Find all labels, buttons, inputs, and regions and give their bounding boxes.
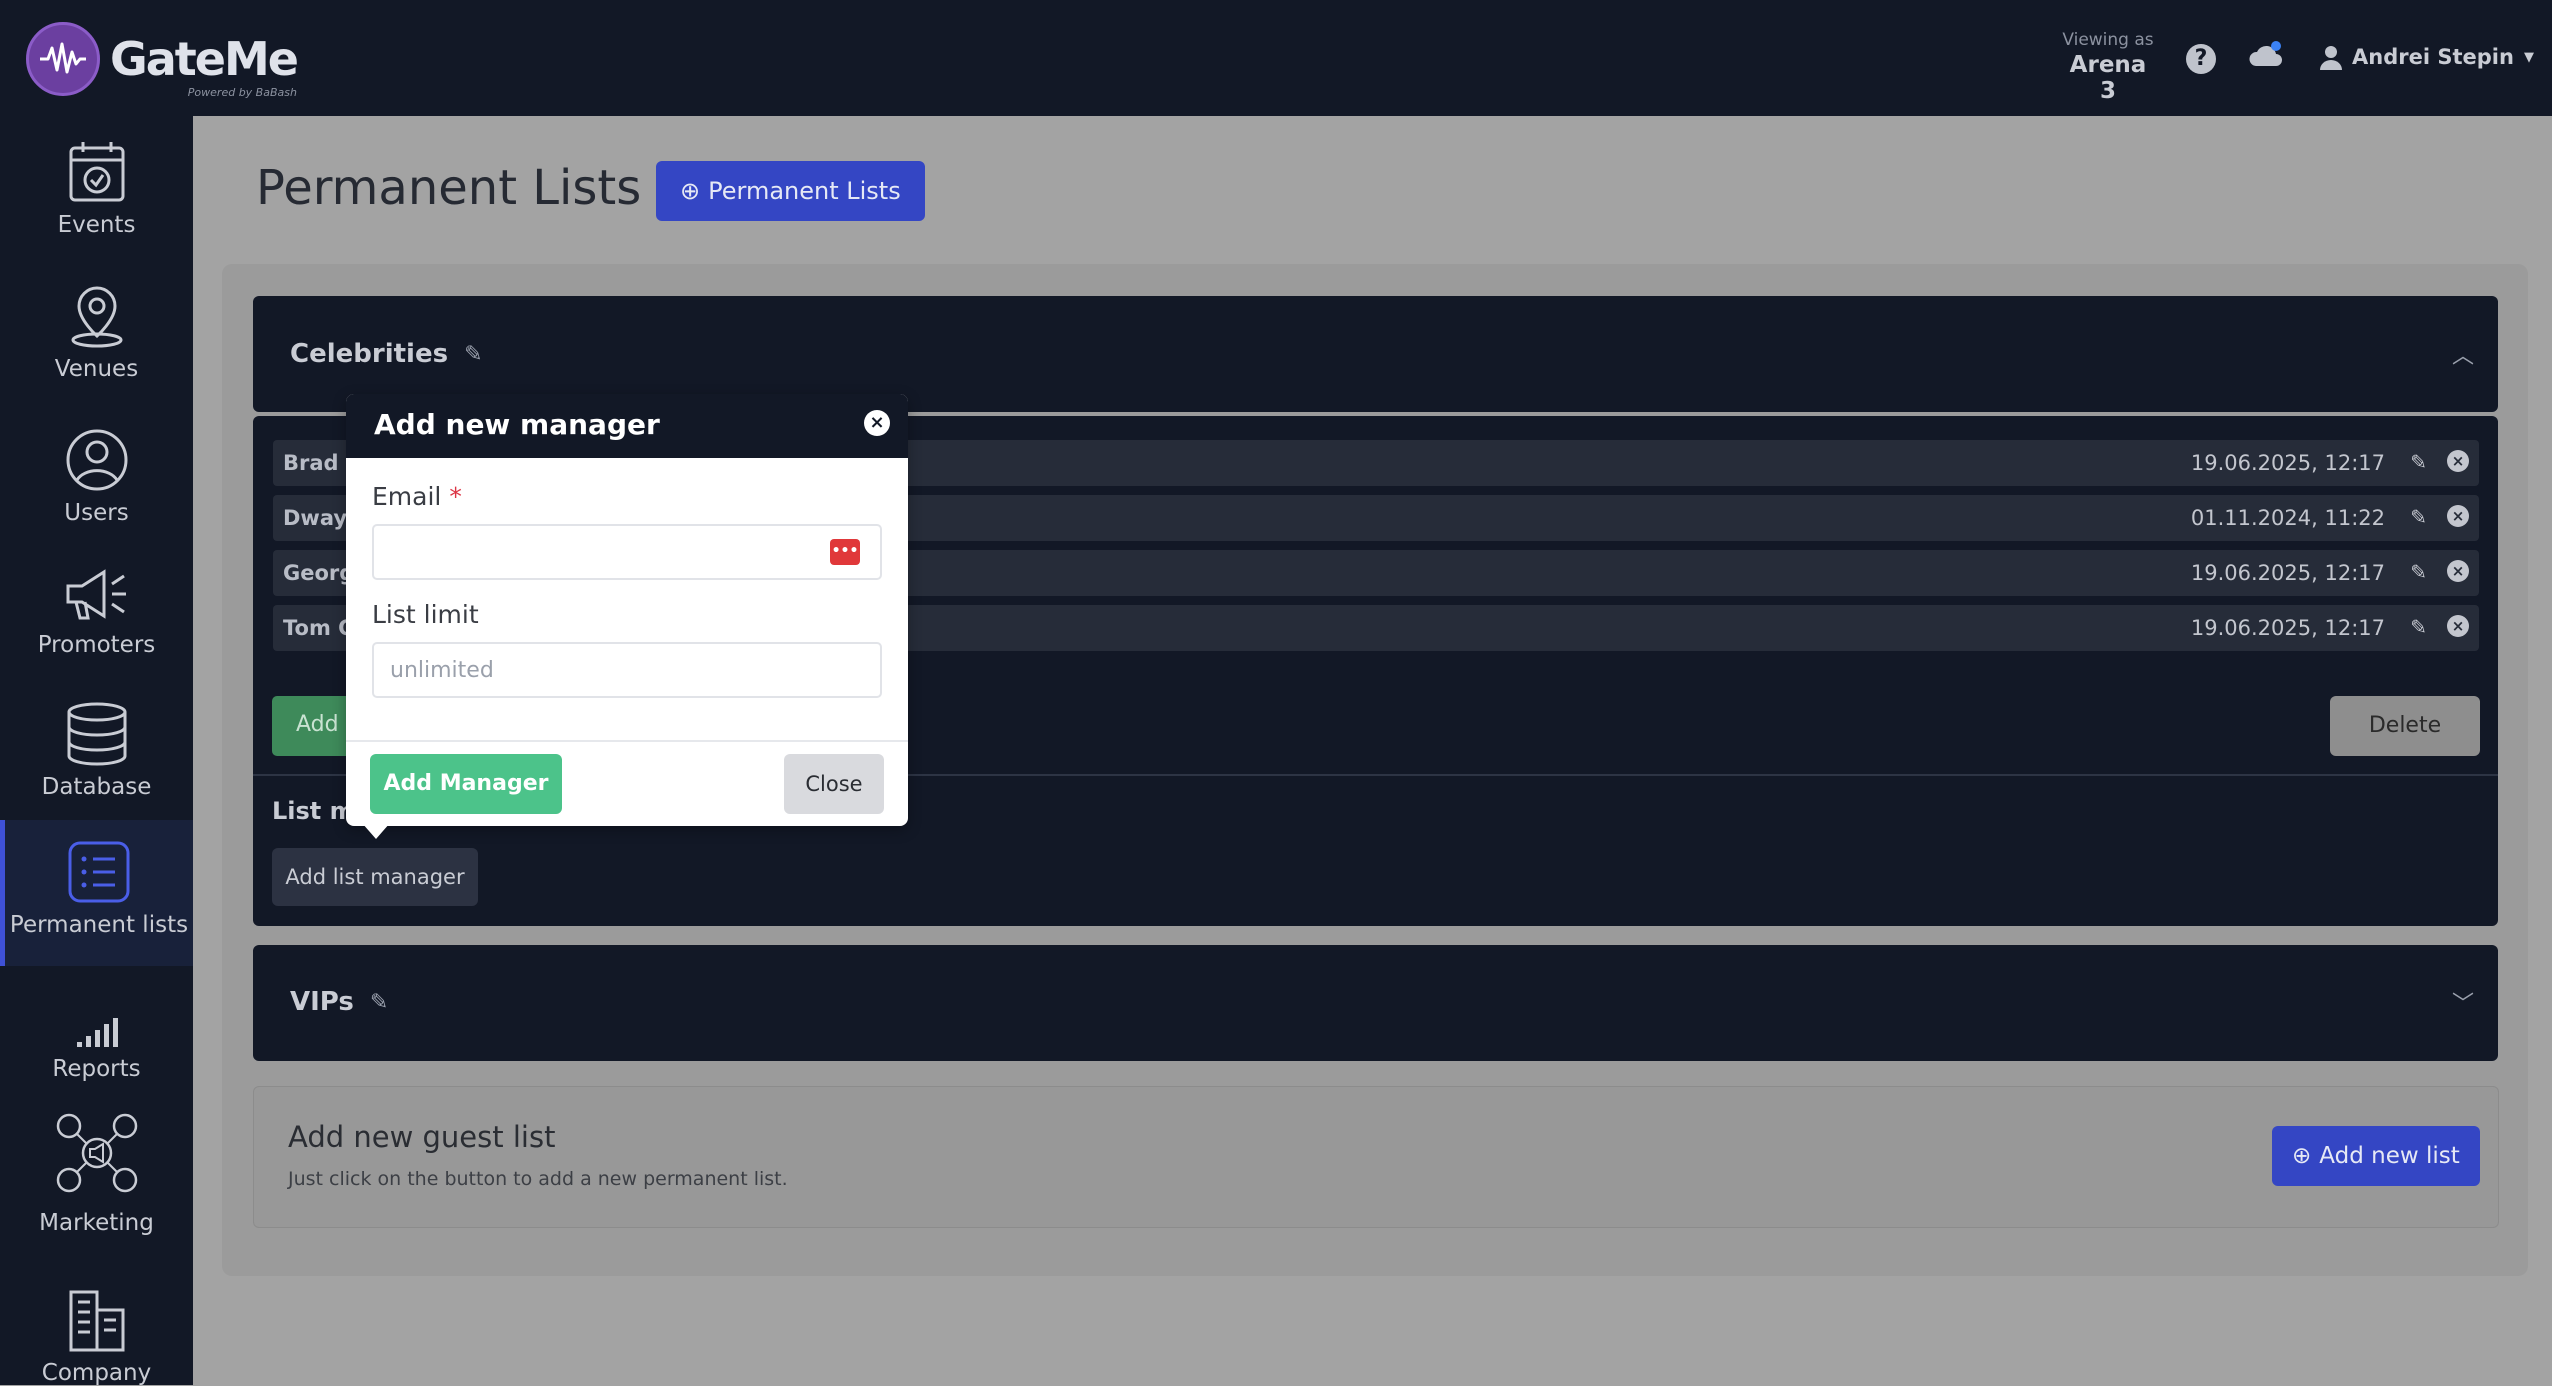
sidebar-item-reports[interactable]: Reports	[0, 976, 193, 1082]
signal-bars-icon	[0, 976, 193, 1048]
close-circle-icon[interactable]: ×	[2447, 505, 2469, 527]
pencil-icon[interactable]: ✎	[464, 342, 482, 367]
list-title-text: Celebrities	[290, 339, 449, 369]
viewing-as[interactable]: Viewing as Arena 3	[2060, 30, 2156, 104]
plus-circle-icon: ⊕	[680, 177, 701, 205]
guest-date: 19.06.2025, 12:17	[2190, 451, 2385, 475]
sidebar-item-promoters[interactable]: Promoters	[0, 552, 193, 658]
add-new-list-label: Add new list	[2319, 1143, 2460, 1169]
app-logo[interactable]: GateMe Powered by BaBash	[26, 22, 299, 99]
sidebar-item-database[interactable]: Database	[0, 694, 193, 800]
sidebar-item-marketing[interactable]: Marketing	[0, 1106, 193, 1236]
sidebar-item-label: Marketing	[39, 1210, 154, 1236]
list-title: Celebrities ✎	[290, 339, 483, 369]
sidebar-item-label: Promoters	[37, 632, 156, 658]
list-limit-placeholder: unlimited	[390, 657, 494, 683]
sidebar-item-label: Venues	[54, 356, 139, 382]
sidebar-item-venues[interactable]: Venues	[0, 276, 193, 382]
sidebar-item-label: Reports	[52, 1056, 141, 1082]
modal-header: Add new manager ×	[346, 394, 908, 458]
header-button-label: Permanent Lists	[708, 177, 901, 205]
calendar-check-icon	[0, 132, 193, 204]
list-card-header-vips[interactable]	[253, 945, 2498, 1061]
user-name: Andrei Stepin	[2352, 45, 2514, 69]
pencil-icon[interactable]: ✎	[2410, 560, 2427, 584]
app-tagline: Powered by BaBash	[187, 86, 297, 99]
popover-arrow	[362, 823, 390, 839]
add-manager-modal: Add new manager × Email * ••• List limit…	[346, 394, 908, 826]
sidebar-item-label: Events	[57, 212, 136, 238]
guest-name: Georg	[283, 561, 355, 585]
list-limit-input[interactable]: unlimited	[372, 642, 882, 698]
building-icon	[0, 1280, 193, 1352]
email-field[interactable]: •••	[372, 524, 882, 580]
database-icon	[0, 694, 193, 766]
pencil-icon[interactable]: ✎	[370, 990, 388, 1015]
viewing-as-label: Viewing as	[2062, 30, 2154, 50]
megaphone-icon	[0, 552, 193, 624]
add-new-list-button[interactable]: ⊕ Add new list	[2272, 1126, 2480, 1186]
list-title-text: VIPs	[290, 987, 354, 1017]
user-circle-icon	[0, 420, 193, 492]
close-circle-icon[interactable]: ×	[2447, 560, 2469, 582]
page-title: Permanent Lists	[256, 160, 642, 216]
sidebar-item-events[interactable]: Events	[0, 132, 193, 238]
list-icon	[5, 832, 193, 904]
modal-title: Add new manager	[374, 408, 660, 441]
guest-name: Dway	[283, 506, 348, 530]
sidebar-item-label: Permanent lists	[9, 912, 189, 938]
list-limit-label: List limit	[372, 600, 479, 629]
email-label: Email *	[372, 482, 462, 511]
chevron-up-icon[interactable]: ︿	[2452, 338, 2474, 370]
pencil-icon[interactable]: ✎	[2410, 505, 2427, 529]
sidebar-item-label: Company	[41, 1360, 152, 1386]
close-circle-icon[interactable]: ×	[2447, 615, 2469, 637]
guest-date: 19.06.2025, 12:17	[2190, 616, 2385, 640]
pencil-icon[interactable]: ✎	[2410, 450, 2427, 474]
guest-date: 19.06.2025, 12:17	[2190, 561, 2385, 585]
help-icon[interactable]: ?	[2186, 44, 2216, 74]
sidebar: Events Venues Users Promoters Database P…	[0, 116, 193, 1386]
password-manager-icon[interactable]: •••	[830, 539, 860, 565]
add-manager-button[interactable]: Add Manager	[370, 754, 562, 814]
guest-name: Tom C	[283, 616, 354, 640]
delete-button[interactable]: Delete	[2330, 696, 2480, 756]
user-menu[interactable]: Andrei Stepin ▼	[2318, 44, 2534, 70]
sidebar-item-users[interactable]: Users	[0, 420, 193, 526]
chevron-down-icon: ▼	[2523, 49, 2534, 65]
close-icon[interactable]: ×	[864, 410, 890, 436]
list-managers-heading: List m	[272, 797, 355, 825]
required-mark: *	[449, 482, 462, 511]
top-bar: GateMe Powered by BaBash Viewing as Aren…	[0, 0, 2552, 116]
waveform-icon	[26, 22, 100, 96]
cloud-icon[interactable]	[2248, 40, 2284, 74]
sidebar-item-company[interactable]: Company	[0, 1280, 193, 1386]
add-list-manager-button[interactable]: Add list manager	[272, 848, 478, 906]
add-guest-list-box	[253, 1086, 2499, 1228]
sidebar-item-permanent-lists[interactable]: Permanent lists	[0, 820, 193, 966]
plus-circle-icon: ⊕	[2292, 1143, 2312, 1169]
add-permanent-list-button[interactable]: ⊕ Permanent Lists	[656, 161, 925, 221]
social-network-icon	[0, 1106, 193, 1202]
add-guest-list-title: Add new guest list	[288, 1120, 556, 1154]
guest-name: Brad I	[283, 451, 354, 475]
close-circle-icon[interactable]: ×	[2447, 450, 2469, 472]
guest-date: 01.11.2024, 11:22	[2190, 506, 2385, 530]
add-guest-list-description: Just click on the button to add a new pe…	[288, 1168, 788, 1190]
sidebar-item-label: Database	[41, 774, 152, 800]
list-title: VIPs ✎	[290, 987, 388, 1017]
viewing-as-value: Arena 3	[2069, 52, 2147, 104]
app-name: GateMe	[110, 32, 299, 86]
chevron-down-icon[interactable]: ﹀	[2452, 986, 2474, 1018]
map-pin-icon	[0, 276, 193, 348]
email-label-text: Email	[372, 482, 442, 511]
sidebar-item-label: Users	[64, 500, 129, 526]
user-icon	[2320, 46, 2342, 70]
add-guest-button[interactable]: Add	[272, 696, 352, 756]
modal-divider	[346, 740, 908, 742]
close-button[interactable]: Close	[784, 754, 884, 814]
pencil-icon[interactable]: ✎	[2410, 615, 2427, 639]
